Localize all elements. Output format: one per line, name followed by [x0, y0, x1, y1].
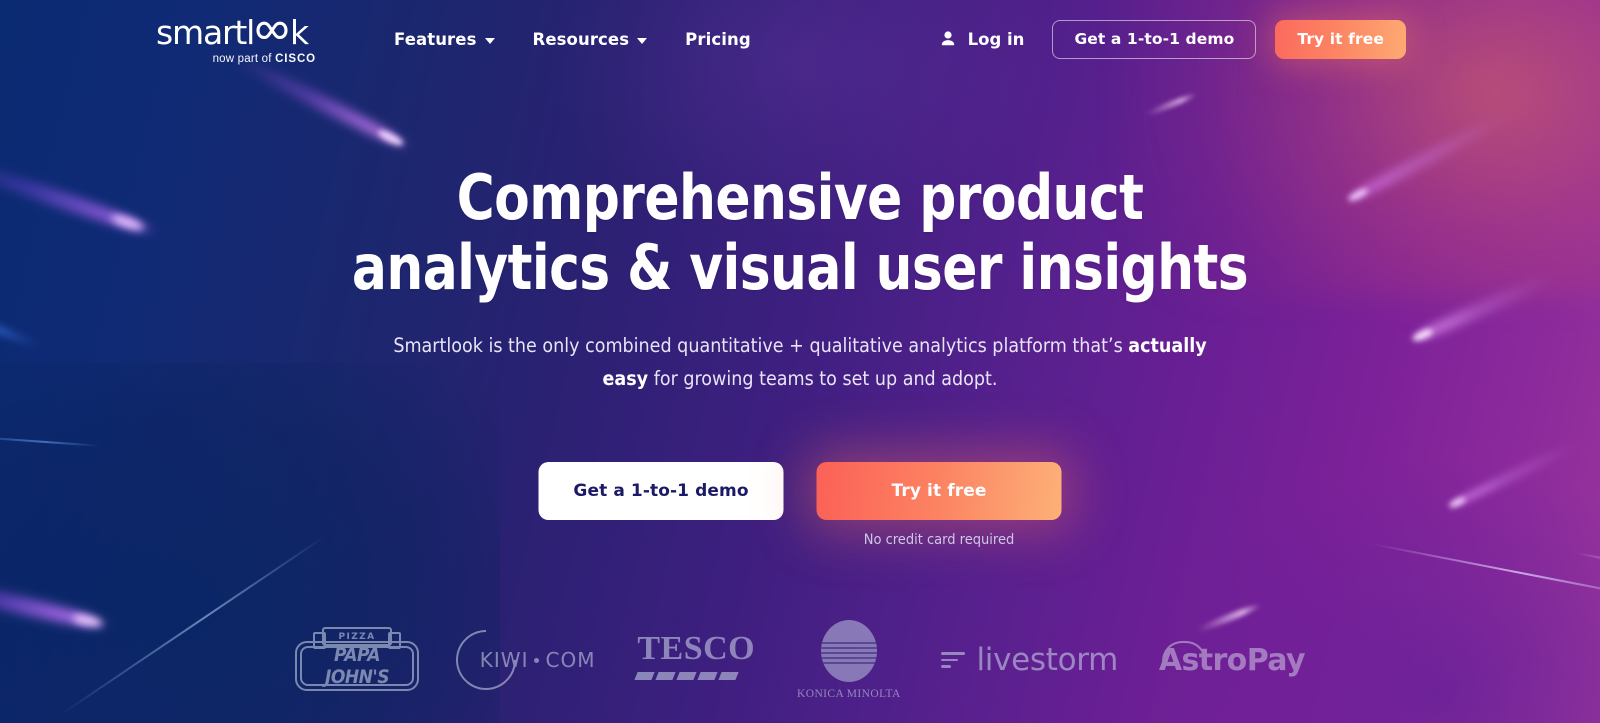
brand-name-post: k — [290, 13, 309, 52]
brand-logo[interactable]: smartl k now part of CISCO — [156, 13, 316, 65]
hero-trial-group: Try it free No credit card required — [816, 462, 1062, 548]
chevron-down-icon — [637, 37, 648, 44]
kiwi-dot-icon — [534, 657, 540, 663]
person-icon — [939, 30, 957, 48]
nav-actions: Log in Get a 1-to-1 demo Try it free — [939, 19, 1406, 59]
headline-line-1: Comprehensive product — [456, 161, 1144, 234]
top-navigation: smartl k now part of CISCO Features Reso… — [0, 0, 1600, 78]
hero-subtitle-part1: Smartlook is the only combined quantitat… — [393, 334, 1129, 357]
nav-item-resources-label: Resources — [532, 29, 630, 49]
filter-icon — [941, 652, 966, 668]
cisco-wordmark: CISCO — [275, 53, 316, 65]
nav-trial-button[interactable]: Try it free — [1275, 19, 1406, 59]
logo-tesco: TESCO — [634, 629, 756, 691]
infinity-icon — [255, 13, 289, 46]
hero-subtitle: Smartlook is the only combined quantitat… — [370, 330, 1230, 395]
konica-globe-icon — [820, 620, 877, 682]
hero-subtitle-part2: for growing teams to set up and adopt. — [648, 366, 998, 390]
page-title: Comprehensive product analytics & visual… — [56, 163, 1544, 303]
papa-johns-label: PAPA JOHN'S — [300, 644, 414, 688]
konica-minolta-label: KONICA MINOLTA — [797, 688, 901, 700]
tesco-dashes-icon — [634, 672, 756, 680]
nav-item-pricing[interactable]: Pricing — [685, 30, 751, 49]
logo-livestorm: livestorm — [941, 642, 1118, 678]
headline-line-2: analytics & visual user insights — [351, 231, 1249, 304]
logo-kiwi-com: KIWI COM — [443, 617, 596, 703]
nav-links: Features Resources Pricing — [394, 30, 751, 49]
customer-logo-strip: PIZZA PAPA JOHN'S KIWI COM TESCO KONICA … — [295, 617, 1306, 703]
hero-cta-row: Get a 1-to-1 demo Try it free No credit … — [538, 462, 1062, 548]
chevron-down-icon — [484, 37, 495, 44]
logo-konica-minolta: KONICA MINOLTA — [797, 620, 901, 700]
nav-item-features-label: Features — [394, 29, 477, 49]
livestorm-label: livestorm — [976, 642, 1119, 678]
kiwi-arc-icon — [443, 617, 529, 703]
brand-tagline: now part of CISCO — [156, 53, 316, 65]
brand-name-pre: smartl — [156, 13, 255, 52]
tesco-label: TESCO — [637, 630, 756, 667]
nav-item-pricing-label: Pricing — [685, 29, 751, 49]
hero-trial-button[interactable]: Try it free — [816, 462, 1062, 520]
login-link[interactable]: Log in — [939, 29, 1025, 49]
nav-item-resources[interactable]: Resources — [533, 30, 648, 49]
nav-demo-button[interactable]: Get a 1-to-1 demo — [1052, 19, 1257, 59]
logo-astropay: AstroPay — [1159, 640, 1306, 678]
nav-item-features[interactable]: Features — [394, 30, 495, 49]
hero-section: Comprehensive product analytics & visual… — [0, 0, 1600, 723]
kiwi-label-2: COM — [545, 648, 596, 672]
hero-demo-button[interactable]: Get a 1-to-1 demo — [538, 462, 784, 520]
login-label: Log in — [967, 29, 1025, 49]
no-credit-card-note: No credit card required — [863, 532, 1015, 548]
brand-wordmark: smartl k — [156, 13, 316, 49]
brand-tagline-prefix: now part of — [212, 53, 276, 65]
logo-papa-johns: PIZZA PAPA JOHN'S — [295, 627, 419, 693]
